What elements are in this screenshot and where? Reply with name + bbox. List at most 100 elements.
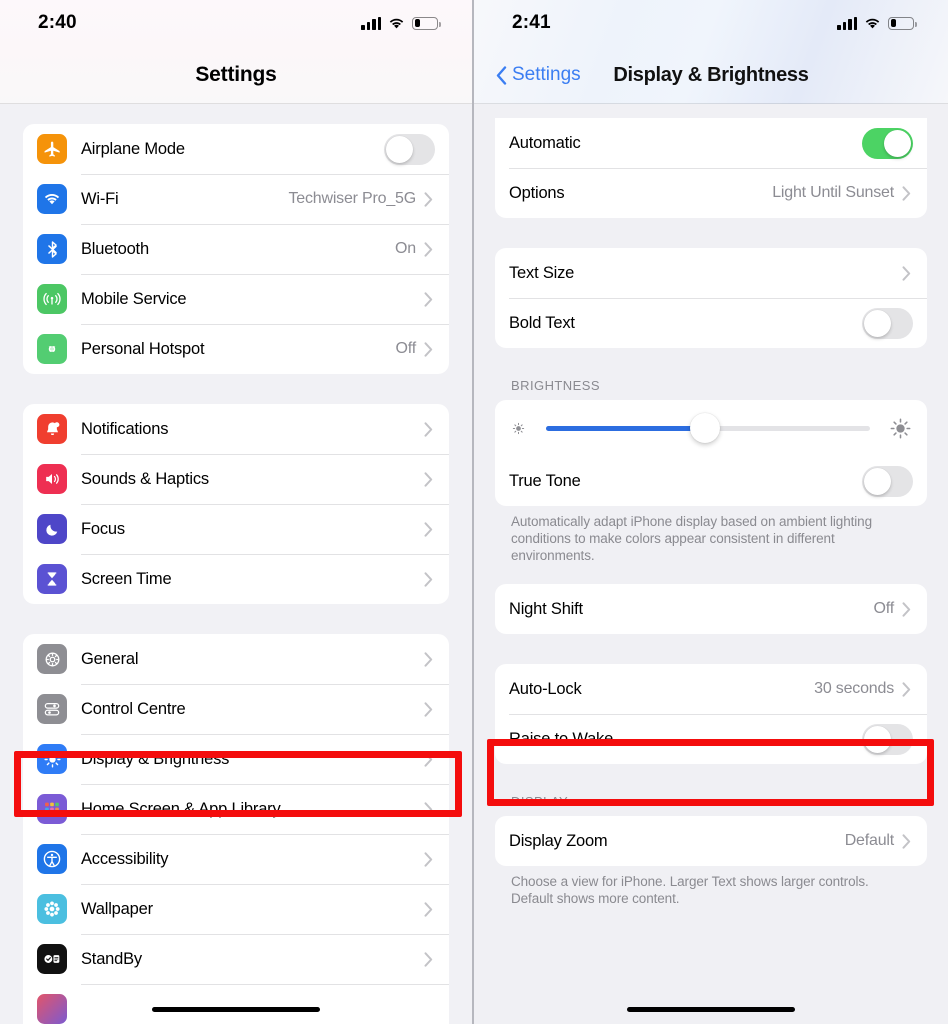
text-group: Text Size Bold Text (495, 248, 927, 348)
sidebar-item-wifi[interactable]: Wi-Fi Techwiser Pro_5G (23, 174, 449, 224)
sun-large-icon (888, 416, 913, 441)
wifi-icon (37, 184, 67, 214)
chevron-right-icon (424, 851, 433, 867)
wifi-icon (388, 17, 405, 30)
home-indicator (152, 1006, 320, 1012)
alerts-group: Notifications Sounds & Haptics Focus Scr… (23, 404, 449, 604)
sidebar-item-general[interactable]: General (23, 634, 449, 684)
row-label: Night Shift (509, 599, 583, 618)
row-label: Personal Hotspot (81, 339, 205, 358)
row-text-size[interactable]: Text Size (495, 248, 927, 298)
airplane-icon (37, 134, 67, 164)
row-label: True Tone (509, 471, 581, 490)
sidebar-item-partial[interactable] (23, 984, 449, 1024)
sidebar-item-home-screen-app-library[interactable]: Home Screen & App Library (23, 784, 449, 834)
sidebar-item-bluetooth[interactable]: Bluetooth On (23, 224, 449, 274)
row-bold-text[interactable]: Bold Text (495, 298, 927, 348)
row-night-shift[interactable]: Night Shift Off (495, 584, 927, 634)
left-top-chrome: 2:40 Settings (0, 0, 472, 104)
chevron-right-icon (424, 901, 433, 917)
right-nav-bar: Settings Display & Brightness (474, 46, 948, 104)
true-tone-toggle[interactable] (862, 465, 913, 497)
wallpaper-flower-icon (37, 894, 67, 924)
true-tone-footnote: Automatically adapt iPhone display based… (511, 514, 872, 563)
row-label: Display Zoom (509, 831, 608, 850)
display-zoom-footnote: Choose a view for iPhone. Larger Text sh… (511, 874, 869, 906)
raise-to-wake-toggle[interactable] (862, 723, 913, 755)
notifications-bell-icon (37, 414, 67, 444)
display-zoom-group: Display Zoom Default (495, 816, 927, 866)
gear-icon (37, 644, 67, 674)
row-automatic[interactable]: Automatic (495, 118, 927, 168)
airplane-mode-toggle[interactable] (384, 133, 435, 165)
chevron-right-icon (424, 471, 433, 487)
system-group: General Control Centre Display & Brightn… (23, 634, 449, 1024)
row-label: Home Screen & App Library (81, 799, 281, 818)
chevron-right-icon (424, 801, 433, 817)
chevron-right-icon (902, 265, 911, 281)
row-label: Wallpaper (81, 899, 153, 918)
right-phone-display-brightness-screen: 2:41 Settings Display & Brightness Autom… (474, 0, 948, 1024)
sidebar-item-accessibility[interactable]: Accessibility (23, 834, 449, 884)
chevron-right-icon (424, 191, 433, 207)
row-label: Screen Time (81, 569, 172, 588)
home-indicator (627, 1006, 795, 1012)
sidebar-item-mobile-service[interactable]: Mobile Service (23, 274, 449, 324)
sidebar-item-focus[interactable]: Focus (23, 504, 449, 554)
hotspot-link-icon (37, 334, 67, 364)
row-display-zoom[interactable]: Display Zoom Default (495, 816, 927, 866)
status-bar-indicators (837, 16, 917, 30)
chevron-right-icon (424, 651, 433, 667)
chevron-right-icon (424, 701, 433, 717)
sidebar-item-notifications[interactable]: Notifications (23, 404, 449, 454)
chevron-right-icon (902, 185, 911, 201)
display-brightness-list[interactable]: Automatic Options Light Until Sunset Tex… (474, 104, 948, 1024)
left-settings-list[interactable]: Airplane Mode Wi-Fi Techwiser Pro_5G Blu (0, 104, 472, 1024)
brightness-slider-row[interactable] (495, 400, 927, 456)
row-label: Automatic (509, 133, 581, 152)
sidebar-item-sounds-haptics[interactable]: Sounds & Haptics (23, 454, 449, 504)
sidebar-item-wallpaper[interactable]: Wallpaper (23, 884, 449, 934)
row-label: Accessibility (81, 849, 169, 868)
back-button[interactable]: Settings (496, 64, 581, 86)
sidebar-item-airplane-mode[interactable]: Airplane Mode (23, 124, 449, 174)
sidebar-item-screen-time[interactable]: Screen Time (23, 554, 449, 604)
brightness-slider-track[interactable] (546, 413, 870, 443)
row-auto-lock[interactable]: Auto-Lock 30 seconds (495, 664, 927, 714)
sidebar-item-display-brightness[interactable]: Display & Brightness (23, 734, 449, 784)
cellular-bars-icon (361, 16, 381, 30)
page-title: Display & Brightness (613, 63, 809, 86)
accessibility-icon (37, 844, 67, 874)
row-label: Options (509, 183, 565, 202)
cellular-bars-icon (837, 16, 857, 30)
row-value: Light Until Sunset (772, 184, 894, 201)
chevron-right-icon (424, 571, 433, 587)
cellular-antenna-icon (37, 284, 67, 314)
partial-app-icon (37, 994, 67, 1024)
right-status-bar: 2:41 (474, 0, 948, 46)
row-label: General (81, 649, 139, 668)
hourglass-icon (37, 564, 67, 594)
row-raise-to-wake[interactable]: Raise to Wake (495, 714, 927, 764)
row-label: Airplane Mode (81, 139, 185, 158)
app-grid-icon (37, 794, 67, 824)
chevron-right-icon (902, 833, 911, 849)
sidebar-item-standby[interactable]: StandBy (23, 934, 449, 984)
connectivity-group: Airplane Mode Wi-Fi Techwiser Pro_5G Blu (23, 124, 449, 374)
status-bar-time: 2:41 (512, 12, 551, 33)
row-options[interactable]: Options Light Until Sunset (495, 168, 927, 218)
row-value: 30 seconds (814, 680, 894, 697)
left-phone-settings-screen: 2:40 Settings Airplane Mode Wi-Fi Techwi… (0, 0, 474, 1024)
sidebar-item-personal-hotspot[interactable]: Personal Hotspot Off (23, 324, 449, 374)
row-true-tone[interactable]: True Tone (495, 456, 927, 506)
row-label: Bold Text (509, 313, 575, 332)
row-label: Wi-Fi (81, 189, 119, 208)
control-centre-icon (37, 694, 67, 724)
brightness-slider-thumb[interactable] (689, 413, 720, 443)
bold-text-toggle[interactable] (862, 307, 913, 339)
chevron-right-icon (424, 951, 433, 967)
automatic-toggle[interactable] (862, 127, 913, 159)
row-label: Sounds & Haptics (81, 469, 209, 488)
row-label: Control Centre (81, 699, 186, 718)
sidebar-item-control-centre[interactable]: Control Centre (23, 684, 449, 734)
